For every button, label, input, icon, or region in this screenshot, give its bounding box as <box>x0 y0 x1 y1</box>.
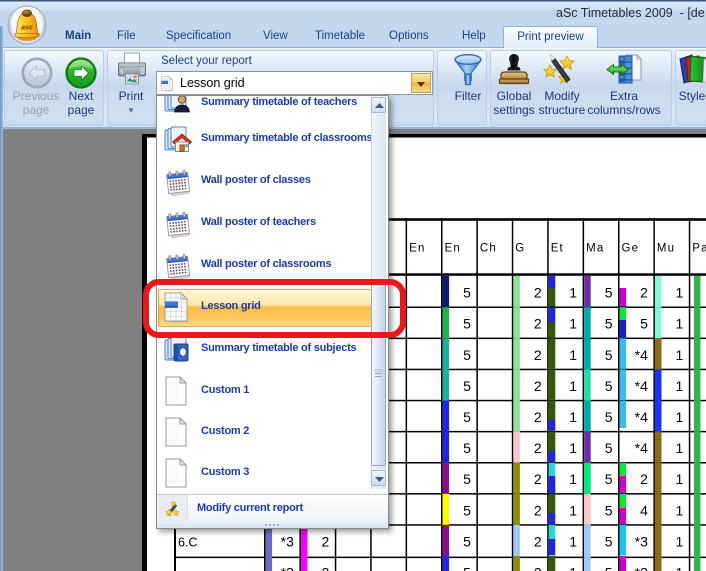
svg-text:2: 2 <box>640 285 648 301</box>
svg-text:2: 2 <box>640 471 648 487</box>
svg-text:1: 1 <box>676 533 684 549</box>
svg-text:2: 2 <box>534 440 542 456</box>
svg-text:1: 1 <box>569 471 577 487</box>
svg-text:2: 2 <box>534 378 542 394</box>
svg-text:1: 1 <box>676 347 684 363</box>
svg-text:1: 1 <box>676 565 684 571</box>
svg-text:1: 1 <box>569 533 577 549</box>
svg-text:5: 5 <box>605 409 613 425</box>
svg-text:En: En <box>445 243 461 255</box>
svg-text:5: 5 <box>463 347 471 363</box>
svg-text:1: 1 <box>569 565 577 571</box>
svg-text:*4: *4 <box>635 378 648 394</box>
svg-text:Ge: Ge <box>622 243 640 255</box>
svg-text:2: 2 <box>322 533 330 549</box>
svg-text:1: 1 <box>676 409 684 425</box>
svg-text:5: 5 <box>605 533 613 549</box>
svg-text:1: 1 <box>569 285 577 301</box>
svg-text:1: 1 <box>676 471 684 487</box>
svg-text:2: 2 <box>534 285 542 301</box>
svg-text:2: 2 <box>534 533 542 549</box>
svg-text:asc: asc <box>21 25 33 32</box>
svg-text:En: En <box>409 243 425 255</box>
svg-text:5: 5 <box>605 471 613 487</box>
svg-text:*4: *4 <box>635 409 648 425</box>
svg-text:G: G <box>515 243 525 255</box>
svg-text:5: 5 <box>605 440 613 456</box>
svg-text:5: 5 <box>463 285 471 301</box>
svg-text:*3: *3 <box>281 533 294 549</box>
svg-text:2: 2 <box>534 347 542 363</box>
svg-text:1: 1 <box>676 502 684 518</box>
svg-text:5: 5 <box>605 502 613 518</box>
svg-text:5: 5 <box>463 533 471 549</box>
svg-text:2: 2 <box>322 565 330 571</box>
svg-text:1: 1 <box>569 316 577 332</box>
svg-text:*3: *3 <box>635 533 648 549</box>
svg-text:1: 1 <box>569 502 577 518</box>
svg-text:*4: *4 <box>635 440 648 456</box>
svg-text:2: 2 <box>534 409 542 425</box>
svg-text:1: 1 <box>676 378 684 394</box>
svg-text:5: 5 <box>463 471 471 487</box>
svg-text:Ma: Ma <box>586 243 604 255</box>
svg-text:5: 5 <box>605 285 613 301</box>
svg-text:5: 5 <box>463 316 471 332</box>
svg-text:1: 1 <box>569 378 577 394</box>
svg-text:Mu: Mu <box>657 243 675 255</box>
svg-text:5: 5 <box>605 347 613 363</box>
svg-text:6.C: 6.C <box>178 536 197 550</box>
svg-text:Pa: Pa <box>692 243 706 255</box>
svg-text:Ch: Ch <box>480 243 497 255</box>
svg-text:1: 1 <box>676 316 684 332</box>
svg-text:1: 1 <box>569 409 577 425</box>
svg-text:5: 5 <box>463 502 471 518</box>
svg-text:2: 2 <box>534 502 542 518</box>
svg-text:Et: Et <box>551 243 564 255</box>
svg-text:5: 5 <box>605 565 613 571</box>
svg-text:1: 1 <box>569 440 577 456</box>
svg-text:1: 1 <box>569 347 577 363</box>
svg-text:4: 4 <box>640 502 648 518</box>
svg-text:2: 2 <box>534 565 542 571</box>
svg-text:2: 2 <box>534 471 542 487</box>
svg-text:*3: *3 <box>281 565 294 571</box>
svg-text:5: 5 <box>463 409 471 425</box>
svg-text:5: 5 <box>605 378 613 394</box>
svg-text:*3: *3 <box>635 565 648 571</box>
svg-text:2: 2 <box>534 316 542 332</box>
svg-text:1: 1 <box>676 440 684 456</box>
svg-text:5: 5 <box>463 378 471 394</box>
svg-text:5: 5 <box>640 316 648 332</box>
svg-text:*4: *4 <box>635 347 648 363</box>
svg-text:5: 5 <box>463 565 471 571</box>
svg-text:1: 1 <box>676 285 684 301</box>
svg-text:5: 5 <box>605 316 613 332</box>
svg-text:5: 5 <box>463 440 471 456</box>
